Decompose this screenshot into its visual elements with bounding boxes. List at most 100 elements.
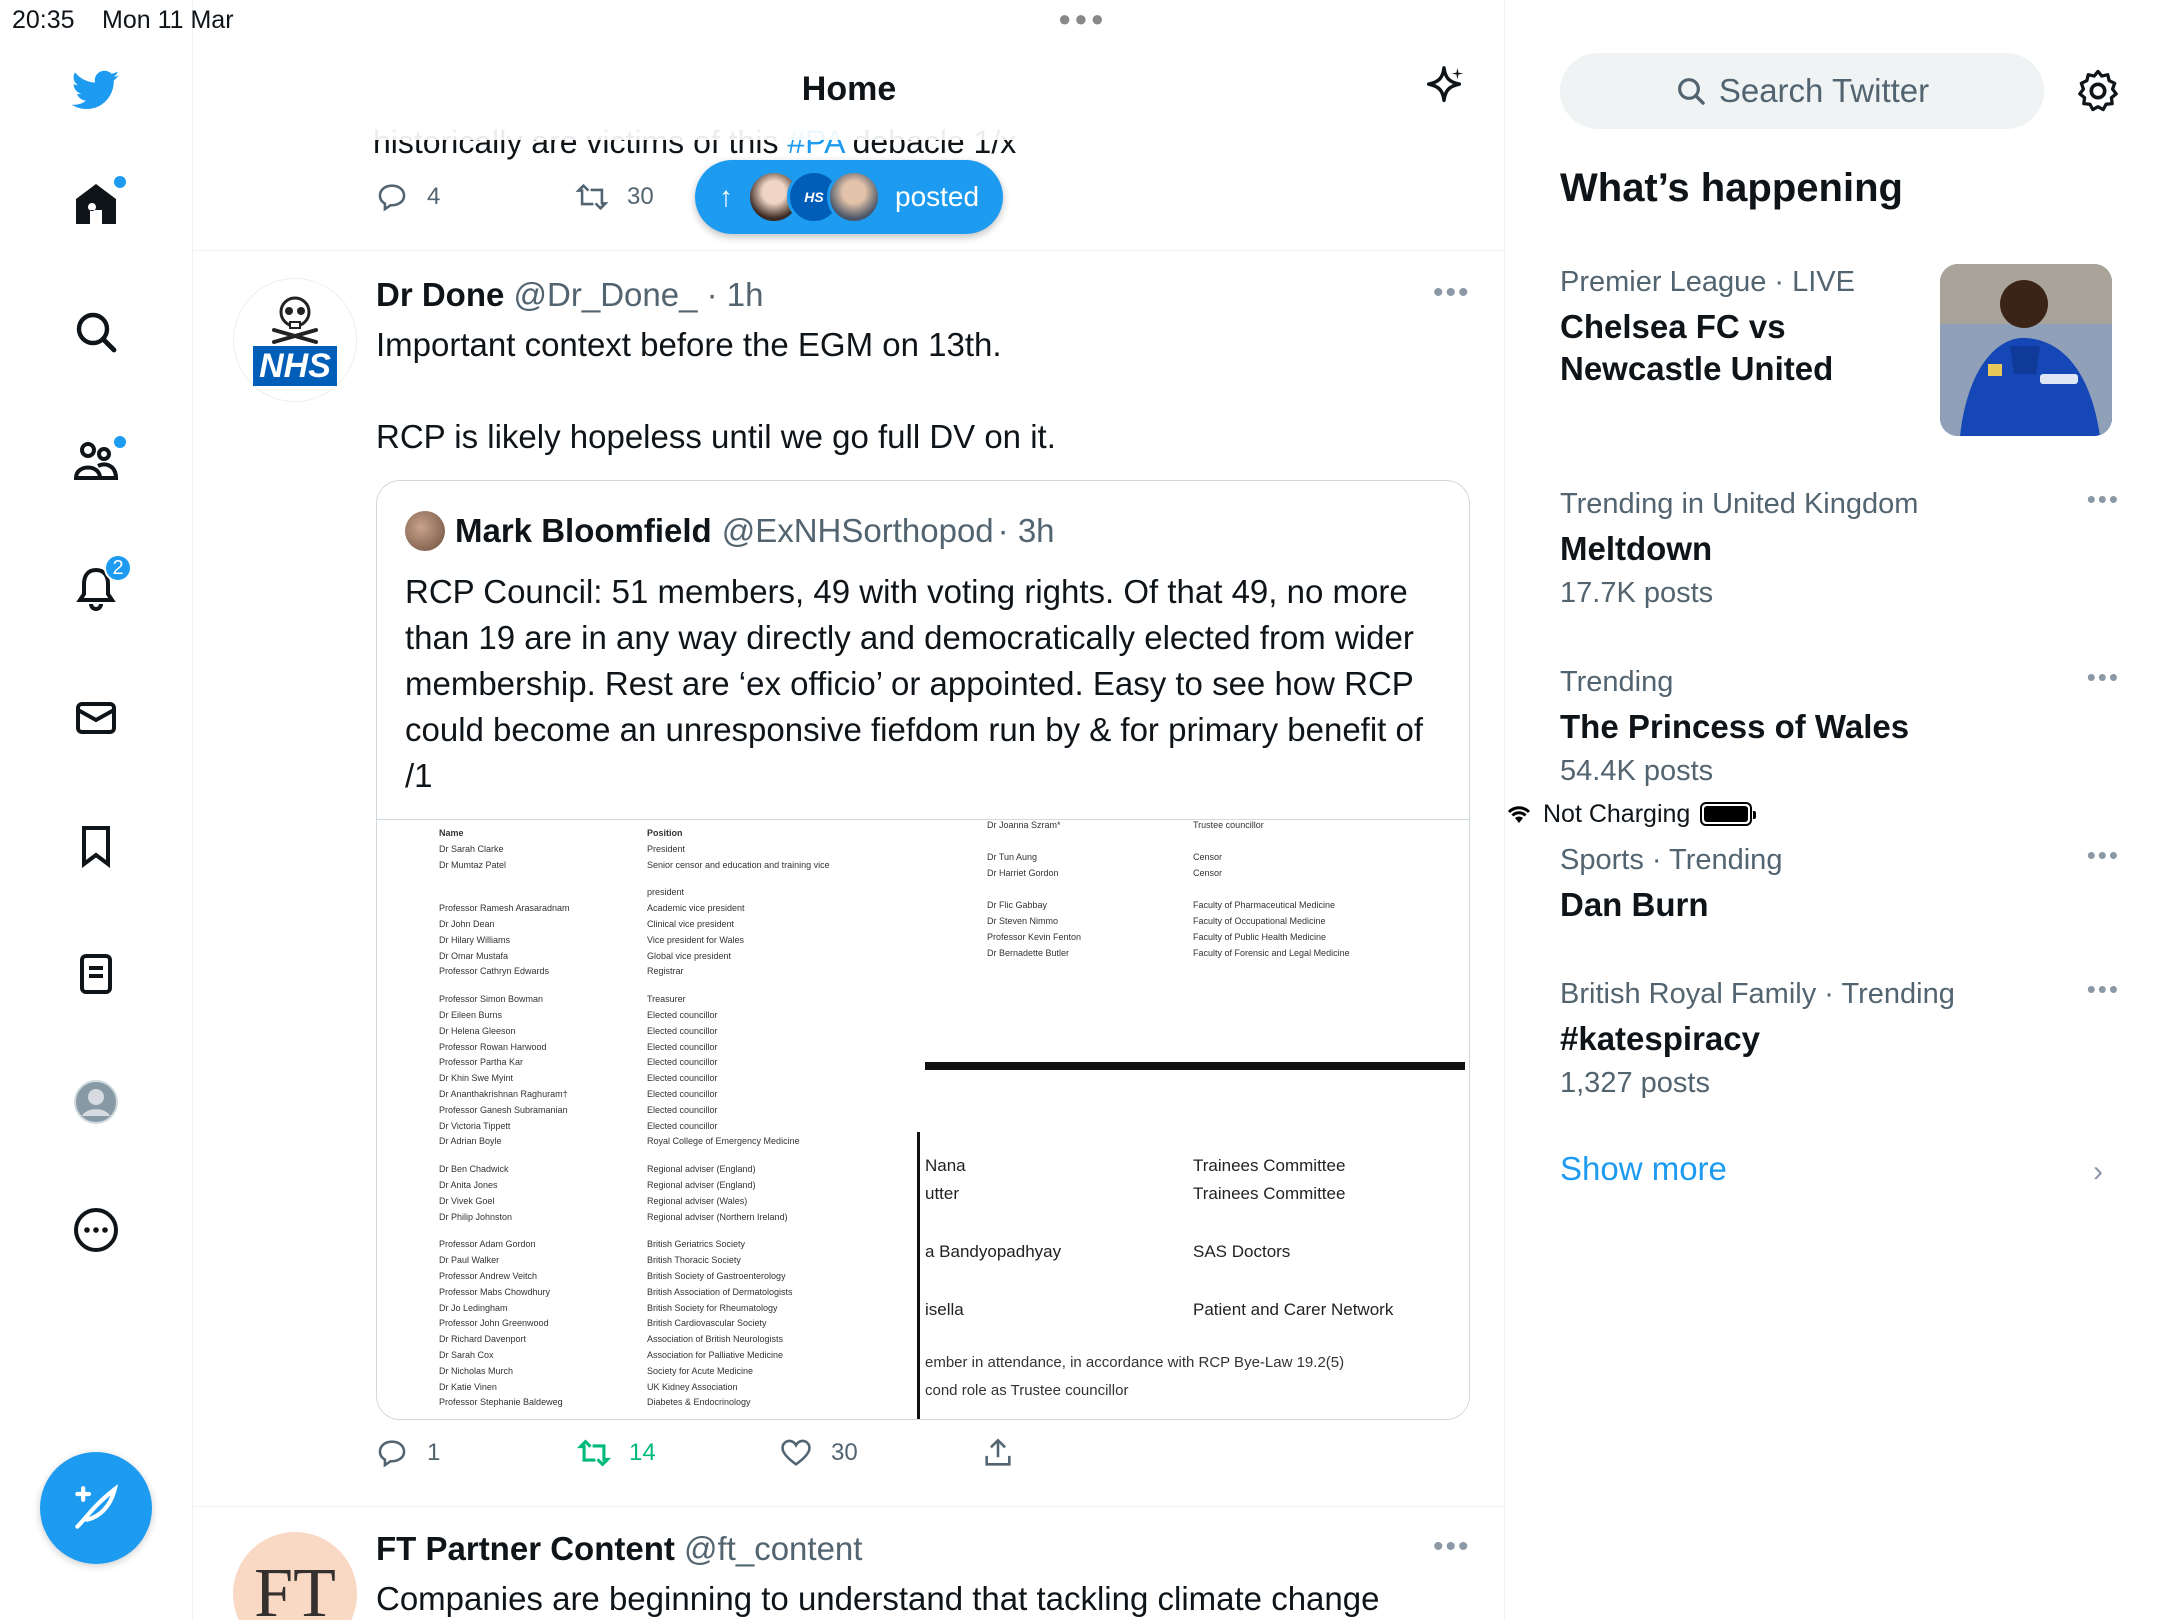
reply-button[interactable]: 4 [375,180,575,214]
notifications-badge: 2 [104,554,132,582]
messages-envelope-icon[interactable] [70,692,122,744]
next-tweet-author-name[interactable]: FT Partner Content [376,1530,675,1567]
document-cell: President [647,843,686,854]
home-icon[interactable] [70,176,126,230]
document-cell: Dr Vivek Goel [439,1195,495,1206]
document-cell: SAS Doctors [1193,1242,1291,1261]
document-footnote: cond role as Trustee councillor [925,1382,1129,1399]
document-cell: Registrar [647,966,684,977]
document-cell: Society for Acute Medicine [647,1365,754,1376]
document-cell: Regional adviser (Wales) [647,1195,748,1206]
reply-button[interactable]: 1 [375,1436,577,1470]
document-cell: Clinical vice president [647,919,735,929]
document-cell: Elected councillor [647,1104,718,1115]
document-cell: Professor Simon Bowman [439,994,544,1005]
document-cell: Faculty of Public Health Medicine [1193,932,1327,942]
document-cell: Regional adviser (England) [647,1180,756,1190]
document-cell: Dr Adrian Boyle [439,1136,502,1147]
document-cell: Faculty of Forensic and Legal Medicine [1193,948,1350,958]
tweet-actions: 1 14 30 [375,1436,1015,1470]
document-cell: Vice president for Wales [647,934,745,945]
quote-author-avatar [405,511,445,551]
multitasking-dots-icon[interactable]: ●●● [1058,6,1107,32]
next-tweet-header: FT Partner Content @ft_content [376,1530,862,1568]
document-cell: Dr Khin Swe Myint [439,1073,514,1084]
document-cell: Royal College of Emergency Medicine [647,1136,800,1147]
document-cell: Faculty of Occupational Medicine [1193,916,1326,926]
tweet-text: Important context before the EGM on 13th… [376,326,1056,455]
document-cell: Elected councillor [647,1025,718,1036]
share-button[interactable] [981,1436,1015,1470]
document-cell: Dr Katie Vinen [439,1381,497,1392]
document-cell: Dr Helena Gleeson [439,1025,516,1036]
quote-text: RCP Council: 51 members, 49 with voting … [405,573,1424,794]
next-tweet-text: Companies are beginning to understand th… [376,1580,1380,1617]
tweet-author-avatar[interactable]: NHS [233,278,357,402]
document-cell: Patient and Carer Network [1193,1300,1394,1319]
home-unread-dot [114,176,126,188]
document-cell: Professor Andrew Veitch [439,1271,538,1281]
document-cell: Professor Ganesh Subramanian [439,1104,568,1115]
arrow-up-icon: ↑ [719,181,733,212]
document-cell: Dr Sarah Clarke [439,843,504,854]
document-cell: Regional adviser (England) [647,1164,756,1175]
document-cell: utter [925,1184,960,1203]
document-cell: Trustee councillor [1193,820,1264,830]
document-cell: British Thoracic Society [647,1255,741,1266]
document-cell: Elected councillor [647,1041,718,1052]
document-cell: Dr Mumtaz Patel [439,859,507,870]
document-cell: Faculty of Pharmaceutical Medicine [1193,900,1336,910]
document-cell: Dr Anita Jones [439,1180,498,1190]
nhs-logo: NHS [253,346,337,386]
document-cell: Dr John Dean [439,919,495,929]
lists-icon[interactable] [70,948,122,1000]
document-cell: Diabetes & Endocrinology [647,1397,751,1408]
document-left-page: Name Position Dr Sarah Clarke President Dr M… [377,820,925,1419]
document-cell: Academic vice president [647,903,745,914]
tweet-more-icon[interactable]: ••• [1433,276,1471,310]
document-cell: Treasurer [647,994,686,1005]
quote-document-image[interactable]: Name Position Dr Sarah Clarke President Dr M… [377,819,1469,1419]
previous-tweet-actions: 4 30 [375,180,654,214]
document-cell: Dr Hilary Williams [439,934,510,945]
wifi-icon [1507,806,1531,823]
document-cell: Dr Paul Walker [439,1255,500,1266]
tweet-author-name[interactable]: Dr Done [376,276,504,313]
document-cell: Trainees Committee [1193,1184,1346,1203]
document-cell: Dr Steven Nimmo [987,916,1059,926]
next-tweet-author-handle[interactable]: @ft_content [684,1530,862,1567]
twitter-logo-icon[interactable] [70,64,122,116]
document-cell: Trainees Committee [1193,1156,1346,1175]
profile-avatar-icon[interactable] [70,1076,122,1128]
bookmarks-icon[interactable] [70,820,122,872]
left-nav: 2 [0,0,193,1620]
next-tweet-more-icon[interactable]: ••• [1433,1530,1471,1564]
like-count: 30 [831,1439,858,1466]
sparkle-timeline-icon[interactable] [1421,64,1467,110]
tweet-author-handle[interactable]: @Dr_Done_ [514,276,698,313]
charging-status: Not Charging [1543,799,1691,828]
tweet-header: Dr Done @Dr_Done_ · 1h [376,276,763,314]
new-posts-pill[interactable]: ↑ HS posted [695,160,1003,234]
document-cell: Professor Cathryn Edwards [439,966,550,977]
document-cell: Censor [1193,868,1223,878]
document-cell: Elected councillor [647,1057,718,1068]
retweet-count: 14 [629,1439,656,1466]
document-cell: UK Kidney Association [647,1381,738,1392]
like-button[interactable]: 30 [779,1436,981,1470]
tweet-divider [193,1506,1504,1507]
communities-icon[interactable] [70,434,126,486]
compose-tweet-button[interactable] [40,1452,152,1564]
tweet-divider [193,250,1504,251]
explore-search-icon[interactable] [70,306,122,358]
notifications-bell-icon[interactable]: 2 [70,554,132,614]
more-options-icon[interactable] [70,1204,122,1256]
tweet-time[interactable]: · 1h [707,276,764,313]
retweet-button[interactable]: 30 [575,180,654,214]
document-right-page: Dr Joanna Szram* Trustee councillor Dr Tun… [917,820,1469,1419]
ft-avatar[interactable]: FT [233,1532,357,1620]
retweet-button[interactable]: 14 [577,1436,779,1470]
reply-icon [378,1440,406,1468]
document-cell: Dr Nicholas Murch [439,1365,514,1376]
quoted-tweet[interactable]: Mark Bloomfield @ExNHSorthopod · 3h RCP … [376,480,1470,1420]
